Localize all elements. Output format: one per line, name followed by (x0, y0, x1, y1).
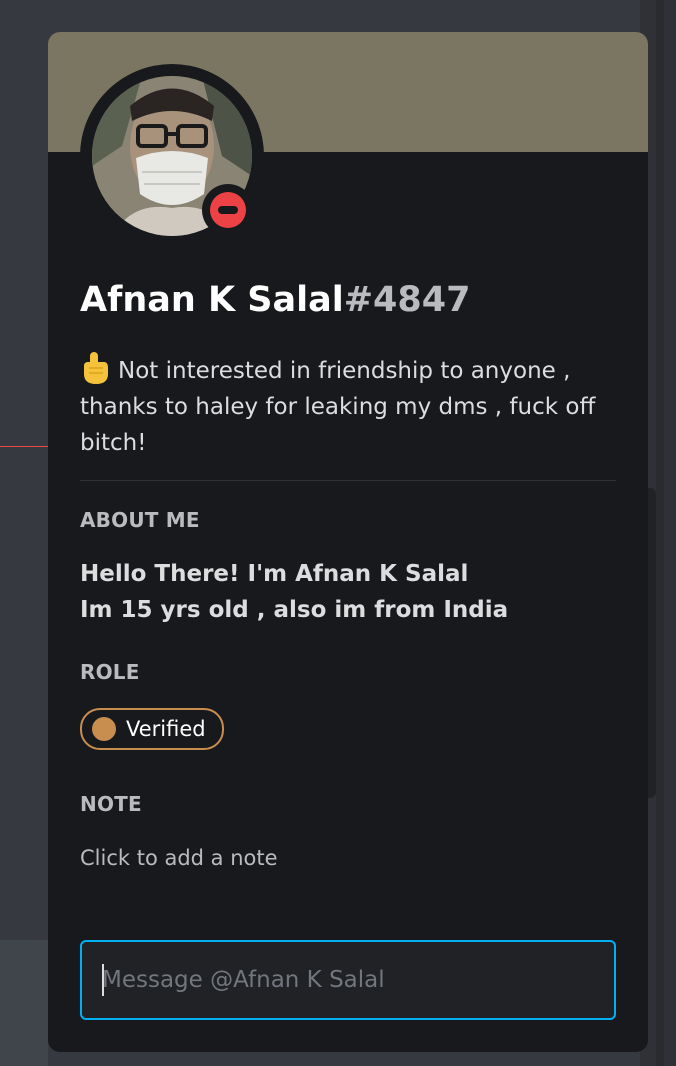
role-pill[interactable]: Verified (80, 708, 224, 750)
raised-hand-emoji-icon (84, 352, 108, 384)
discriminator: #4847 (343, 280, 471, 320)
custom-status-text: Not interested in friendship to anyone ,… (80, 358, 596, 456)
divider (80, 480, 616, 481)
about-me-line: Hello There! I'm Afnan K Salal (80, 561, 469, 587)
role-color-dot (92, 717, 116, 741)
about-me-text: Hello There! I'm Afnan K Salal Im 15 yrs… (80, 556, 508, 628)
note-field[interactable]: Click to add a note (80, 846, 278, 870)
new-messages-divider (0, 446, 48, 447)
about-me-heading: ABOUT ME (80, 508, 200, 532)
role-heading: ROLE (80, 660, 140, 684)
custom-status: Not interested in friendship to anyone ,… (80, 352, 600, 461)
user-profile-popout: Afnan K Salal#4847 Not interested in fri… (48, 32, 648, 1052)
display-name: Afnan K Salal (80, 280, 344, 320)
message-box[interactable] (80, 940, 616, 1020)
scrollbar-track[interactable] (656, 0, 664, 1066)
background-left (0, 0, 48, 1066)
about-me-line: Im 15 yrs old , also im from India (80, 597, 509, 623)
background-chat-input (0, 940, 48, 1066)
do-not-disturb-icon (210, 192, 246, 228)
username[interactable]: Afnan K Salal#4847 (80, 280, 470, 320)
role-name: Verified (126, 717, 206, 741)
message-input[interactable] (102, 942, 592, 1018)
note-heading: NOTE (80, 792, 142, 816)
